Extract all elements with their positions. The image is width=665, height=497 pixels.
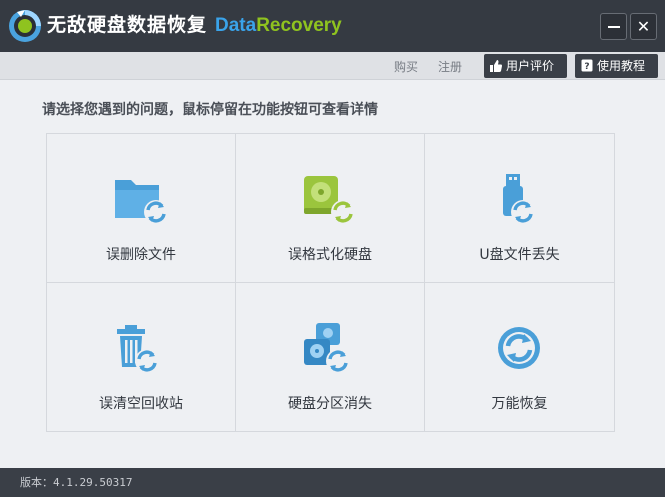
recycle-bin-restore-icon [117,325,159,373]
status-bar: 版本：4.1.29.50317 [0,468,665,497]
close-icon: ✕ [636,17,651,36]
folder-restore-icon [115,180,168,224]
option-recycle-bin[interactable]: 误清空回收站 [47,283,236,432]
thumbs-up-icon [490,60,502,72]
svg-text:?: ? [584,62,589,72]
app-title: 无敌硬盘数据恢复 [47,14,208,36]
app-logo-icon [9,10,41,42]
top-toolbar: 购买 注册 用户评价 ? 使用教程 [0,52,665,80]
title-bar[interactable]: 无敌硬盘数据恢复 DataRecovery ✕ [0,0,665,52]
minimize-button[interactable] [600,13,627,40]
option-label: 万能恢复 [491,396,548,412]
partition-restore-icon [304,323,350,373]
brand-recovery-text: Recovery [256,15,342,36]
disk-restore-icon [304,176,355,224]
option-partition-lost[interactable]: 硬盘分区消失 [236,283,425,432]
option-label: 误清空回收站 [99,396,183,412]
usb-restore-icon [503,174,535,224]
version-text: 版本：4.1.29.50317 [20,476,133,489]
instruction-text: 请选择您遇到的问题，鼠标停留在功能按钮可查看详情 [42,102,378,118]
option-deleted-files[interactable]: 误删除文件 [47,134,236,283]
option-usb-lost[interactable]: U盘文件丢失 [425,134,614,283]
option-label: 误删除文件 [106,247,176,263]
tutorial-label: 使用教程 [597,59,646,73]
user-review-button[interactable]: 用户评价 [484,54,567,78]
option-label: 误格式化硬盘 [288,247,372,263]
option-universal-recovery[interactable]: 万能恢复 [425,283,614,432]
main-panel: 请选择您遇到的问题，鼠标停留在功能按钮可查看详情 误删除文件 误格式化硬盘 U盘… [0,80,665,468]
help-doc-icon: ? [581,59,593,72]
minimize-icon [608,26,620,28]
option-label: 硬盘分区消失 [288,396,372,412]
register-link[interactable]: 注册 [438,58,462,75]
brand-logo-text: DataRecovery [215,15,342,37]
buy-link[interactable]: 购买 [394,58,418,75]
option-label: U盘文件丢失 [479,247,560,263]
brand-data-text: Data [215,15,257,36]
recovery-options-grid: 误删除文件 误格式化硬盘 U盘文件丢失 误清空回收站 硬盘分区消失 万能恢复 [46,133,615,432]
user-review-label: 用户评价 [506,59,555,73]
close-button[interactable]: ✕ [630,13,657,40]
option-formatted-disk[interactable]: 误格式化硬盘 [236,134,425,283]
tutorial-button[interactable]: ? 使用教程 [575,54,658,78]
universal-restore-icon [498,327,540,369]
